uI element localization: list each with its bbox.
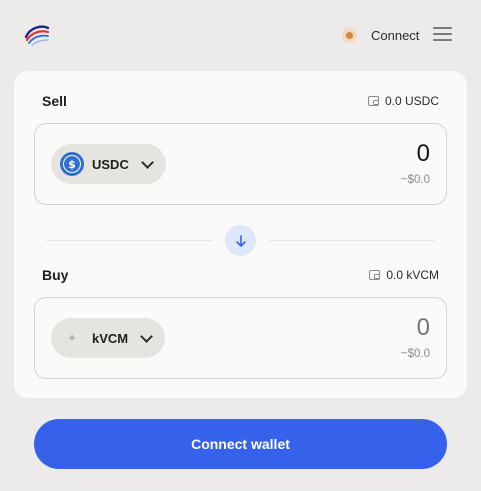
chevron-down-icon [140,155,154,169]
buy-fiat-value: ~$0.0 [400,348,430,360]
brand-logo-icon[interactable] [24,22,50,48]
header: Connect [0,0,481,70]
buy-label: Buy [42,267,69,283]
wallet-icon [367,96,379,106]
sell-balance: 0.0 USDC [367,94,439,108]
buy-token-selector[interactable]: ✦ kVCM [51,318,166,358]
swap-card: Sell 0.0 USDC $ USDC ~$0.0 Buy 0.0 kVCM … [14,71,467,398]
menu-icon[interactable] [433,27,452,43]
connect-wallet-button[interactable]: Connect wallet [34,419,447,469]
usdc-icon: $ [60,152,84,176]
arrow-down-icon [235,234,246,247]
swap-direction-button[interactable] [225,225,256,256]
sell-fiat-value: ~$0.0 [400,174,430,186]
sell-token-selector[interactable]: $ USDC [51,144,166,184]
buy-amount-input[interactable] [280,314,430,342]
divider-left [46,240,212,241]
sell-token-symbol: USDC [92,156,129,172]
buy-token-symbol: kVCM [92,330,129,346]
divider-right [269,240,435,241]
connect-label: Connect [371,27,420,43]
sell-balance-value: 0.0 USDC [384,94,439,108]
sell-token-box: $ USDC ~$0.0 [34,123,447,205]
buy-balance-value: 0.0 kVCM [386,268,439,282]
chevron-down-icon [140,329,153,343]
sell-label: Sell [42,93,67,109]
sparkle-icon: ✦ [66,331,78,345]
buy-balance: 0.0 kVCM [369,268,439,282]
sell-amount-input[interactable] [280,140,430,168]
status-dot-icon [342,27,357,43]
buy-token-box: ✦ kVCM ~$0.0 [34,297,447,379]
connect-button[interactable]: Connect [342,26,419,44]
wallet-icon [369,270,381,280]
